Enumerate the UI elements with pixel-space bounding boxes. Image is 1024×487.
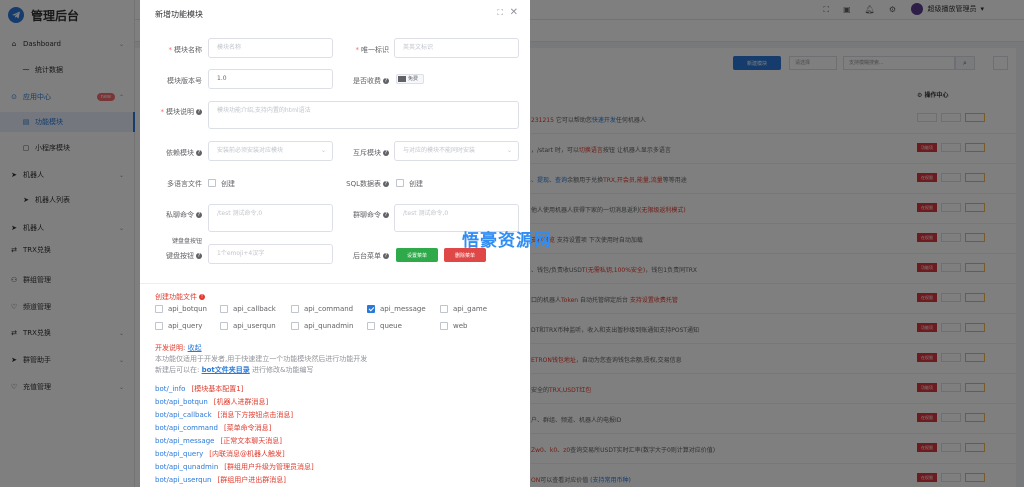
file-checkbox-label: api_callback <box>233 305 276 313</box>
help-icon: ? <box>196 150 202 156</box>
close-icon[interactable]: ✕ <box>510 7 518 18</box>
sql-checkbox-label: 创建 <box>409 180 423 188</box>
file-checkbox-label: api_query <box>168 322 203 330</box>
help-icon: ? <box>196 109 202 115</box>
help-icon: ? <box>383 253 389 259</box>
name-label: * 模块名称 <box>168 46 203 54</box>
lang-checkbox-label: 创建 <box>221 180 235 188</box>
warning-icon: ! <box>199 294 205 300</box>
private-label: 私聊命令? <box>166 211 202 219</box>
maximize-icon[interactable]: ⛶ <box>497 8 503 18</box>
charge-toggle[interactable]: 免费 <box>396 74 424 84</box>
mutex-select[interactable]: 与对应的模块不能同时安装 ⌄ <box>394 141 519 161</box>
bot-folder-link[interactable]: bot文件夹目录 <box>202 366 250 374</box>
file-checkbox[interactable] <box>440 305 448 313</box>
menu-label: 后台菜单? <box>353 252 389 260</box>
collapse-link[interactable]: 收起 <box>188 344 202 352</box>
desc-label: * 模块说明? <box>160 108 202 116</box>
kb-label: 键盘按钮? <box>166 252 202 260</box>
file-list-item: bot/api_query [内联消息@机器人触发] <box>155 450 285 458</box>
desc-textarea[interactable]: 模块功能介绍,支持内置的html语法 <box>208 101 519 129</box>
group-label: 群聊命令? <box>353 211 389 219</box>
file-checkbox[interactable] <box>220 322 228 330</box>
file-list-item: bot/api_userqun [群组用户进出群消息] <box>155 476 286 484</box>
divider <box>140 283 530 284</box>
file-checkbox[interactable] <box>440 322 448 330</box>
file-checkbox[interactable] <box>155 322 163 330</box>
set-menu-button[interactable]: 设置菜单 <box>396 248 438 262</box>
file-checkbox[interactable] <box>291 322 299 330</box>
file-list-item: bot/api_message [正常文本聊天消息] <box>155 437 282 445</box>
help-icon: ? <box>383 181 389 187</box>
dev-notes-line2: 新建后可以在: bot文件夹目录 进行修改&功能编写 <box>155 366 314 374</box>
id-input[interactable]: 英英文标识 <box>394 38 519 58</box>
file-list-item: bot/api_qunadmin [群组用户升级为管理员消息] <box>155 463 314 471</box>
sql-label: SQL数据表? <box>346 180 389 188</box>
dialog-title: 新增功能模块 <box>155 10 203 19</box>
dev-notes-title: 开发说明: 收起 <box>155 344 202 352</box>
dep-label: 依赖模块? <box>166 149 202 157</box>
help-icon: ? <box>383 78 389 84</box>
file-checkbox-label: api_qunadmin <box>304 322 354 330</box>
id-label: * 唯一标识 <box>355 46 390 54</box>
dep-select[interactable]: 安装前必须安装对应模块 ⌄ <box>208 141 333 161</box>
file-checkbox-label: api_game <box>453 305 488 313</box>
file-checkbox[interactable] <box>291 305 299 313</box>
file-list-item: bot/api_command [菜单命令消息] <box>155 424 272 432</box>
version-input[interactable]: 1.0 <box>208 69 333 89</box>
file-checkbox-label: api_message <box>380 305 426 313</box>
file-list-item: bot/_info [模块基本配置1] <box>155 385 244 393</box>
lang-label: 多语言文件 <box>167 180 202 188</box>
kb-prefix: 键盘盘按钮 <box>171 238 202 245</box>
file-checkbox-label: web <box>453 322 468 330</box>
file-checkbox[interactable] <box>155 305 163 313</box>
file-checkbox[interactable] <box>220 305 228 313</box>
help-icon: ? <box>196 212 202 218</box>
file-checkbox[interactable] <box>367 322 375 330</box>
create-files-title: 创建功能文件! <box>155 293 205 301</box>
help-icon: ? <box>383 212 389 218</box>
file-list-item: bot/api_callback [消息下方按钮点击消息] <box>155 411 294 419</box>
file-checkbox-label: api_userqun <box>233 322 276 330</box>
sql-checkbox[interactable] <box>396 179 404 187</box>
charge-label: 是否收费? <box>353 77 389 85</box>
chevron-down-icon: ⌄ <box>320 147 326 154</box>
name-input[interactable]: 模块名称 <box>208 38 333 58</box>
file-checkbox-label: queue <box>380 322 402 330</box>
kb-input[interactable]: 1个emoji+4汉字 <box>208 244 333 264</box>
file-checkbox[interactable] <box>367 305 375 313</box>
help-icon: ? <box>383 150 389 156</box>
file-checkbox-label: api_command <box>304 305 354 313</box>
mutex-label: 互斥模块? <box>353 149 389 157</box>
private-textarea[interactable]: /test 测试命令,0 <box>208 204 333 232</box>
lang-checkbox[interactable] <box>208 179 216 187</box>
watermark-text: 悟豪资源网 <box>462 231 552 251</box>
file-list-item: bot/api_botqun [机器人进群消息] <box>155 398 269 406</box>
file-checkbox-label: api_botqun <box>168 305 207 313</box>
version-label: 模块版本号 <box>167 77 202 85</box>
help-icon: ? <box>196 253 202 259</box>
dev-notes-line1: 本功能仅适用于开发者,用于快速建立一个功能模块然后进行功能开发 <box>155 355 368 363</box>
chevron-down-icon: ⌄ <box>506 147 512 154</box>
